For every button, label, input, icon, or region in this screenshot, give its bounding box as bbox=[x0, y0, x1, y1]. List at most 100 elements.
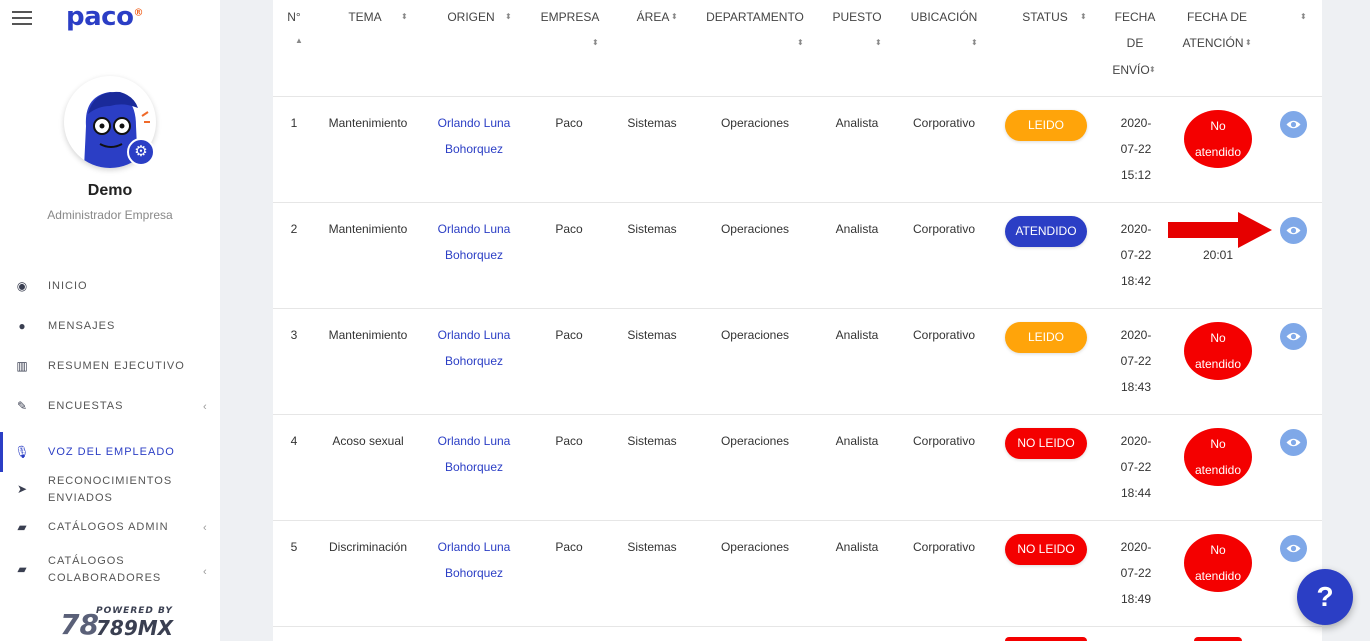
sort-icon[interactable]: ⬍ bbox=[671, 12, 678, 21]
view-button[interactable] bbox=[1280, 535, 1307, 562]
origen-link[interactable]: Bohorquez bbox=[424, 348, 524, 374]
sort-asc-icon[interactable]: ▲ bbox=[295, 36, 303, 45]
cell-puesto: Analista bbox=[835, 116, 879, 130]
user-name: Demo bbox=[87, 182, 133, 199]
attention-badge-partial bbox=[1194, 637, 1242, 641]
origen-link[interactable]: Bohorquez bbox=[424, 136, 524, 162]
cell-departamento: Operaciones bbox=[720, 540, 790, 554]
origen-link[interactable]: Orlando Luna bbox=[424, 216, 524, 242]
eye-icon bbox=[1286, 544, 1301, 553]
row-divider bbox=[273, 202, 1322, 203]
header-departamento[interactable]: DEPARTAMENTO bbox=[703, 4, 807, 30]
cell-n: 3 bbox=[290, 328, 298, 342]
view-button[interactable] bbox=[1280, 217, 1307, 244]
chevron-left-icon: ‹ bbox=[203, 566, 207, 578]
header-fecha-atencion-1[interactable]: FECHA DE bbox=[1179, 4, 1255, 30]
header-status[interactable]: STATUS bbox=[1015, 4, 1075, 30]
view-button[interactable] bbox=[1280, 323, 1307, 350]
header-fecha-envio-1[interactable]: FECHA bbox=[1107, 4, 1163, 30]
origen-link[interactable]: Orlando Luna bbox=[424, 428, 524, 454]
cell-empresa: Paco bbox=[555, 540, 583, 554]
origen-link[interactable]: Orlando Luna bbox=[424, 534, 524, 560]
microphone-icon: 🎙 bbox=[14, 445, 30, 459]
sort-icon[interactable]: ⬍ bbox=[592, 38, 599, 47]
status-badge: NO LEIDO bbox=[1005, 534, 1087, 565]
cell-fecha-1: 2020- bbox=[1120, 328, 1152, 342]
cell-ubicacion: Corporativo bbox=[912, 328, 976, 342]
sidebar-item-label: RECONOCIMIENTOS bbox=[48, 475, 173, 487]
header-fecha-envio-3[interactable]: ENVÍO bbox=[1111, 57, 1151, 83]
sidebar-item-voz-del-empleado[interactable]: 🎙 VOZ DEL EMPLEADO bbox=[0, 432, 220, 472]
attention-badge: No atendido bbox=[1184, 322, 1252, 380]
eye-icon bbox=[1286, 120, 1301, 129]
attention-text-2: atendido bbox=[1194, 463, 1242, 477]
help-button[interactable]: ? bbox=[1297, 569, 1353, 625]
powered-brand: 789MX bbox=[96, 616, 174, 640]
cell-tema: Mantenimiento bbox=[328, 116, 408, 130]
attention-text-1: No bbox=[1210, 543, 1226, 557]
status-badge: LEIDO bbox=[1005, 322, 1087, 353]
sidebar-item-label: CATÁLOGOS bbox=[48, 555, 125, 567]
cell-ubicacion: Corporativo bbox=[912, 116, 976, 130]
origen-link[interactable]: Bohorquez bbox=[424, 242, 524, 268]
hamburger-menu-icon[interactable] bbox=[12, 11, 32, 25]
header-fecha-envio-2[interactable]: DE bbox=[1107, 30, 1163, 56]
origen-link[interactable]: Bohorquez bbox=[424, 454, 524, 480]
eye-icon bbox=[1286, 226, 1301, 235]
sort-icon[interactable]: ⬍ bbox=[1245, 38, 1252, 47]
view-button[interactable] bbox=[1280, 429, 1307, 456]
sidebar: paco® ⚙ Demo Administrador Empresa ◉ INI… bbox=[0, 0, 220, 641]
eye-icon bbox=[1286, 438, 1301, 447]
sort-icon[interactable]: ⬍ bbox=[1149, 65, 1156, 74]
header-ubicacion[interactable]: UBICACIÓN bbox=[906, 4, 982, 30]
app-logo[interactable]: paco® bbox=[66, 2, 143, 32]
sort-icon[interactable]: ⬍ bbox=[797, 38, 804, 47]
header-tema[interactable]: TEMA bbox=[335, 4, 395, 30]
cell-puesto: Analista bbox=[835, 328, 879, 342]
cell-empresa: Paco bbox=[555, 328, 583, 342]
cell-fecha-2: 07-22 bbox=[1120, 566, 1152, 580]
cell-area: Sistemas bbox=[627, 328, 677, 342]
status-badge: NO LEIDO bbox=[1005, 428, 1087, 459]
cell-area: Sistemas bbox=[627, 116, 677, 130]
attention-badge: No atendido bbox=[1184, 428, 1252, 486]
cell-tema: Discriminación bbox=[328, 540, 408, 554]
edit-icon: ✎ bbox=[16, 399, 28, 413]
sidebar-item-catalogos-colaboradores[interactable]: ▰ CATÁLOGOS COLABORADORES ‹ bbox=[0, 552, 220, 590]
attention-text-1: No bbox=[1210, 119, 1226, 133]
sort-icon[interactable]: ⬍ bbox=[971, 38, 978, 47]
sidebar-item-label: ENCUESTAS bbox=[48, 400, 124, 412]
gear-icon[interactable]: ⚙ bbox=[127, 138, 155, 166]
header-empresa[interactable]: EMPRESA bbox=[535, 4, 605, 30]
sort-icon[interactable]: ⬍ bbox=[875, 38, 882, 47]
sidebar-item-catalogos-admin[interactable]: ▰ CATÁLOGOS ADMIN ‹ bbox=[0, 518, 220, 536]
origen-link[interactable]: Orlando Luna bbox=[424, 322, 524, 348]
sidebar-item-reconocimientos-enviados[interactable]: ➤ RECONOCIMIENTOS ENVIADOS bbox=[0, 472, 220, 510]
row-divider bbox=[273, 414, 1322, 415]
sidebar-item-label: CATÁLOGOS ADMIN bbox=[48, 521, 169, 533]
row-divider bbox=[273, 626, 1322, 627]
sidebar-item-inicio[interactable]: ◉ INICIO bbox=[0, 277, 220, 295]
sidebar-item-encuestas[interactable]: ✎ ENCUESTAS ‹ bbox=[0, 397, 220, 415]
sort-icon[interactable]: ⬍ bbox=[505, 12, 512, 21]
cell-puesto: Analista bbox=[835, 540, 879, 554]
sort-icon[interactable]: ⬍ bbox=[1080, 12, 1087, 21]
sort-icon[interactable]: ⬍ bbox=[1300, 12, 1307, 21]
cell-fecha-2: 07-22 bbox=[1120, 142, 1152, 156]
sidebar-item-resumen-ejecutivo[interactable]: ▥ RESUMEN EJECUTIVO bbox=[0, 357, 220, 375]
view-button[interactable] bbox=[1280, 111, 1307, 138]
header-fecha-atencion-2[interactable]: ATENCIÓN bbox=[1177, 30, 1249, 56]
cell-fecha-2: 07-22 bbox=[1120, 248, 1152, 262]
header-origen[interactable]: ORIGEN bbox=[441, 4, 501, 30]
cell-area: Sistemas bbox=[627, 222, 677, 236]
book-icon: ▰ bbox=[17, 520, 27, 534]
header-puesto[interactable]: PUESTO bbox=[829, 4, 885, 30]
chevron-left-icon: ‹ bbox=[203, 401, 207, 413]
origen-link[interactable]: Orlando Luna bbox=[424, 110, 524, 136]
origen-link[interactable]: Bohorquez bbox=[424, 560, 524, 586]
powered-logo-mark: 78 bbox=[60, 608, 99, 641]
sort-icon[interactable]: ⬍ bbox=[401, 12, 408, 21]
header-n[interactable]: N° bbox=[281, 4, 307, 30]
cell-ubicacion: Corporativo bbox=[912, 540, 976, 554]
sidebar-item-mensajes[interactable]: ● MENSAJES bbox=[0, 317, 220, 335]
